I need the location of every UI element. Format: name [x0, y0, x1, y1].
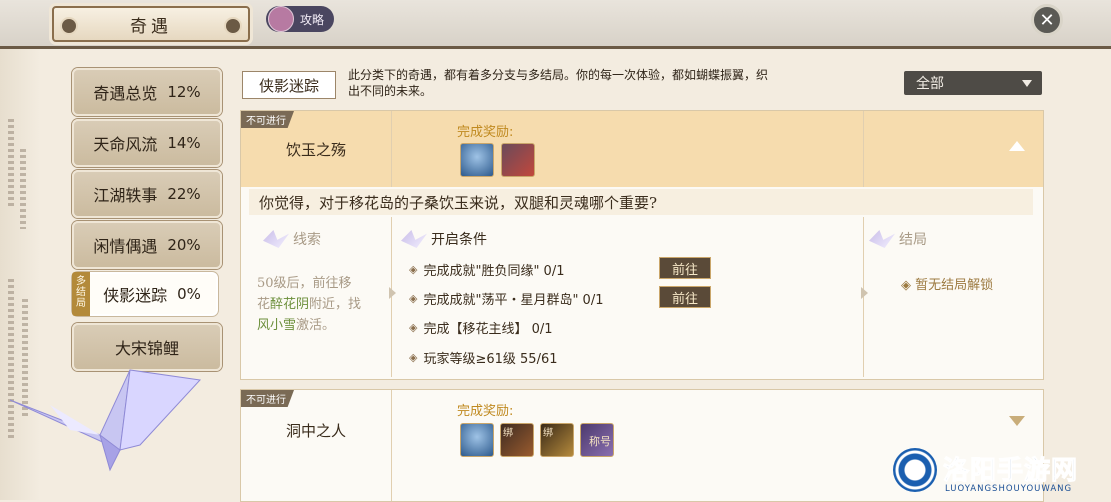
category-badge: 侠影迷踪 [242, 71, 336, 99]
calligraphy-decoration [8, 119, 14, 209]
site-logo-icon [893, 448, 937, 492]
top-bar: 奇遇 攻略 ✕ [0, 0, 1111, 49]
ending-text-value: 暂无结局解锁 [915, 278, 994, 293]
divider [391, 390, 392, 501]
reward-item-icon[interactable] [501, 143, 535, 177]
title-item-label: 称号 [589, 435, 611, 448]
paper-crane-icon [401, 230, 427, 248]
condition-item: ◈ 完成成就"荡平・星月群岛" 0/1 [409, 289, 603, 308]
divider [863, 111, 864, 187]
chevron-down-icon [1022, 80, 1032, 87]
bound-label: 绑 [543, 428, 553, 439]
filter-dropdown[interactable]: 全部 [904, 71, 1042, 95]
sidebar-item-label: 侠影迷踪 [103, 286, 168, 305]
clue-line: 激活。 [296, 318, 336, 333]
sidebar-item-label: 奇遇总览 [93, 84, 158, 103]
reward-item-icon[interactable] [460, 143, 494, 177]
reward-label: 完成奖励: [457, 404, 514, 419]
paper-crane-icon [869, 230, 895, 248]
watermark-text: 洛阳手游网 [942, 456, 1079, 487]
ending-text: ◈ 暂无结局解锁 [901, 274, 993, 293]
adventure-question: 你觉得，对于移花岛的子桑饮玉来说，双腿和灵魂哪个重要? [249, 189, 1033, 215]
reward-label: 完成奖励: [457, 125, 514, 140]
reward-item-icon[interactable]: 绑 [500, 423, 534, 457]
ornament-icon [60, 17, 78, 35]
diamond-icon: ◈ [409, 292, 418, 305]
page-title: 奇遇 [130, 16, 172, 37]
diamond-icon: ◈ [409, 263, 418, 276]
paper-crane-icon [10, 369, 202, 472]
sidebar-item-label: 大宋锦鲤 [114, 339, 179, 358]
category-description: 此分类下的奇遇，都有着多分支与多结局。你的每一次体验，都如蝴蝶振翼，织出不同的未… [348, 68, 769, 98]
sidebar-item-progress: 0% [177, 285, 201, 303]
multi-ending-badge: 多结局 [72, 272, 90, 316]
bound-label: 绑 [503, 428, 513, 439]
collapse-arrow-icon[interactable] [1009, 141, 1025, 151]
clue-line: 附近，找 [309, 297, 362, 312]
sidebar-item-progress: 22% [167, 185, 201, 203]
conditions-title: 开启条件 [401, 229, 487, 249]
ending-title-text: 结局 [899, 232, 927, 248]
adventure-card[interactable]: 不可进行 饮玉之殇 完成奖励: 你觉得，对于移花岛的子桑饮玉来说，双腿和灵魂哪个… [240, 110, 1044, 380]
reward-item-icon[interactable]: 绑 [540, 423, 574, 457]
diamond-icon: ◈ [409, 321, 418, 334]
clue-title-text: 线索 [293, 232, 321, 248]
clue-npc: 风小雪 [257, 318, 297, 333]
expand-arrow-icon[interactable] [1009, 416, 1025, 426]
calligraphy-decoration [20, 149, 26, 229]
condition-item: ◈ 玩家等级≥61级 55/61 [409, 348, 558, 367]
title-plate: 奇遇 [52, 6, 250, 42]
condition-text: 完成成就"荡平・星月群岛" 0/1 [423, 293, 604, 308]
reward-item-icon[interactable] [460, 423, 494, 457]
goto-button[interactable]: 前往 [659, 257, 711, 279]
sidebar-item-destiny[interactable]: 天命风流 14% [72, 119, 222, 167]
divider [391, 111, 392, 187]
condition-text: 完成成就"胜负同缘" 0/1 [423, 264, 565, 279]
sidebar-item-progress: 12% [167, 83, 201, 101]
ornament-icon [224, 17, 242, 35]
strategy-button[interactable]: 攻略 [266, 6, 335, 32]
clue-line: 花 [257, 297, 271, 312]
sidebar-item-anecdotes[interactable]: 江湖轶事 22% [72, 170, 222, 218]
ending-title: 结局 [869, 229, 927, 249]
strategy-label: 攻略 [300, 12, 325, 27]
sidebar-item-overview[interactable]: 奇遇总览 12% [72, 68, 222, 116]
diamond-icon: ◈ [409, 351, 418, 364]
adventure-name: 饮玉之殇 [285, 141, 346, 159]
chevron-right-icon [389, 287, 396, 299]
diamond-icon: ◈ [901, 278, 911, 293]
condition-text: 完成【移花主线】 0/1 [423, 322, 553, 337]
sidebar-item-hero-traces[interactable]: 侠影迷踪 0% [72, 272, 218, 316]
sidebar-item-label: 闲情偶遇 [93, 237, 158, 256]
close-icon: ✕ [1039, 9, 1055, 31]
condition-text: 玩家等级≥61级 55/61 [423, 352, 558, 367]
close-button[interactable]: ✕ [1031, 4, 1063, 36]
reward-item-icon[interactable]: 称号 [580, 423, 614, 457]
chevron-right-icon [861, 287, 868, 299]
clue-location: 醉花阴 [270, 297, 310, 312]
adventure-name: 洞中之人 [285, 422, 346, 440]
sidebar-item-leisure[interactable]: 闲情偶遇 20% [72, 221, 222, 269]
sidebar-item-progress: 14% [167, 134, 201, 152]
avatar-icon [268, 6, 294, 32]
sidebar-item-label: 天命风流 [93, 135, 158, 154]
condition-item: ◈ 完成成就"胜负同缘" 0/1 [409, 260, 564, 279]
filter-value: 全部 [916, 76, 944, 92]
watermark-subtext: LUOYANGSHOUYOUWANG [945, 484, 1073, 494]
conditions-title-text: 开启条件 [431, 232, 487, 248]
sidebar-item-progress: 20% [167, 236, 201, 254]
clue-line: 50级后，前往移 [257, 276, 352, 291]
status-badge: 不可进行 [241, 111, 294, 128]
paper-crane-icon [263, 230, 289, 248]
clue-text: 50级后，前往移 花醉花阴附近，找 风小雪激活。 [257, 273, 387, 336]
sidebar-item-label: 江湖轶事 [93, 186, 158, 205]
condition-item: ◈ 完成【移花主线】 0/1 [409, 318, 553, 337]
clue-title: 线索 [263, 229, 321, 249]
goto-button[interactable]: 前往 [659, 286, 711, 308]
watermark: 洛阳手游网 LUOYANGSHOUYOUWANG [893, 446, 1111, 500]
status-badge: 不可进行 [241, 390, 294, 407]
